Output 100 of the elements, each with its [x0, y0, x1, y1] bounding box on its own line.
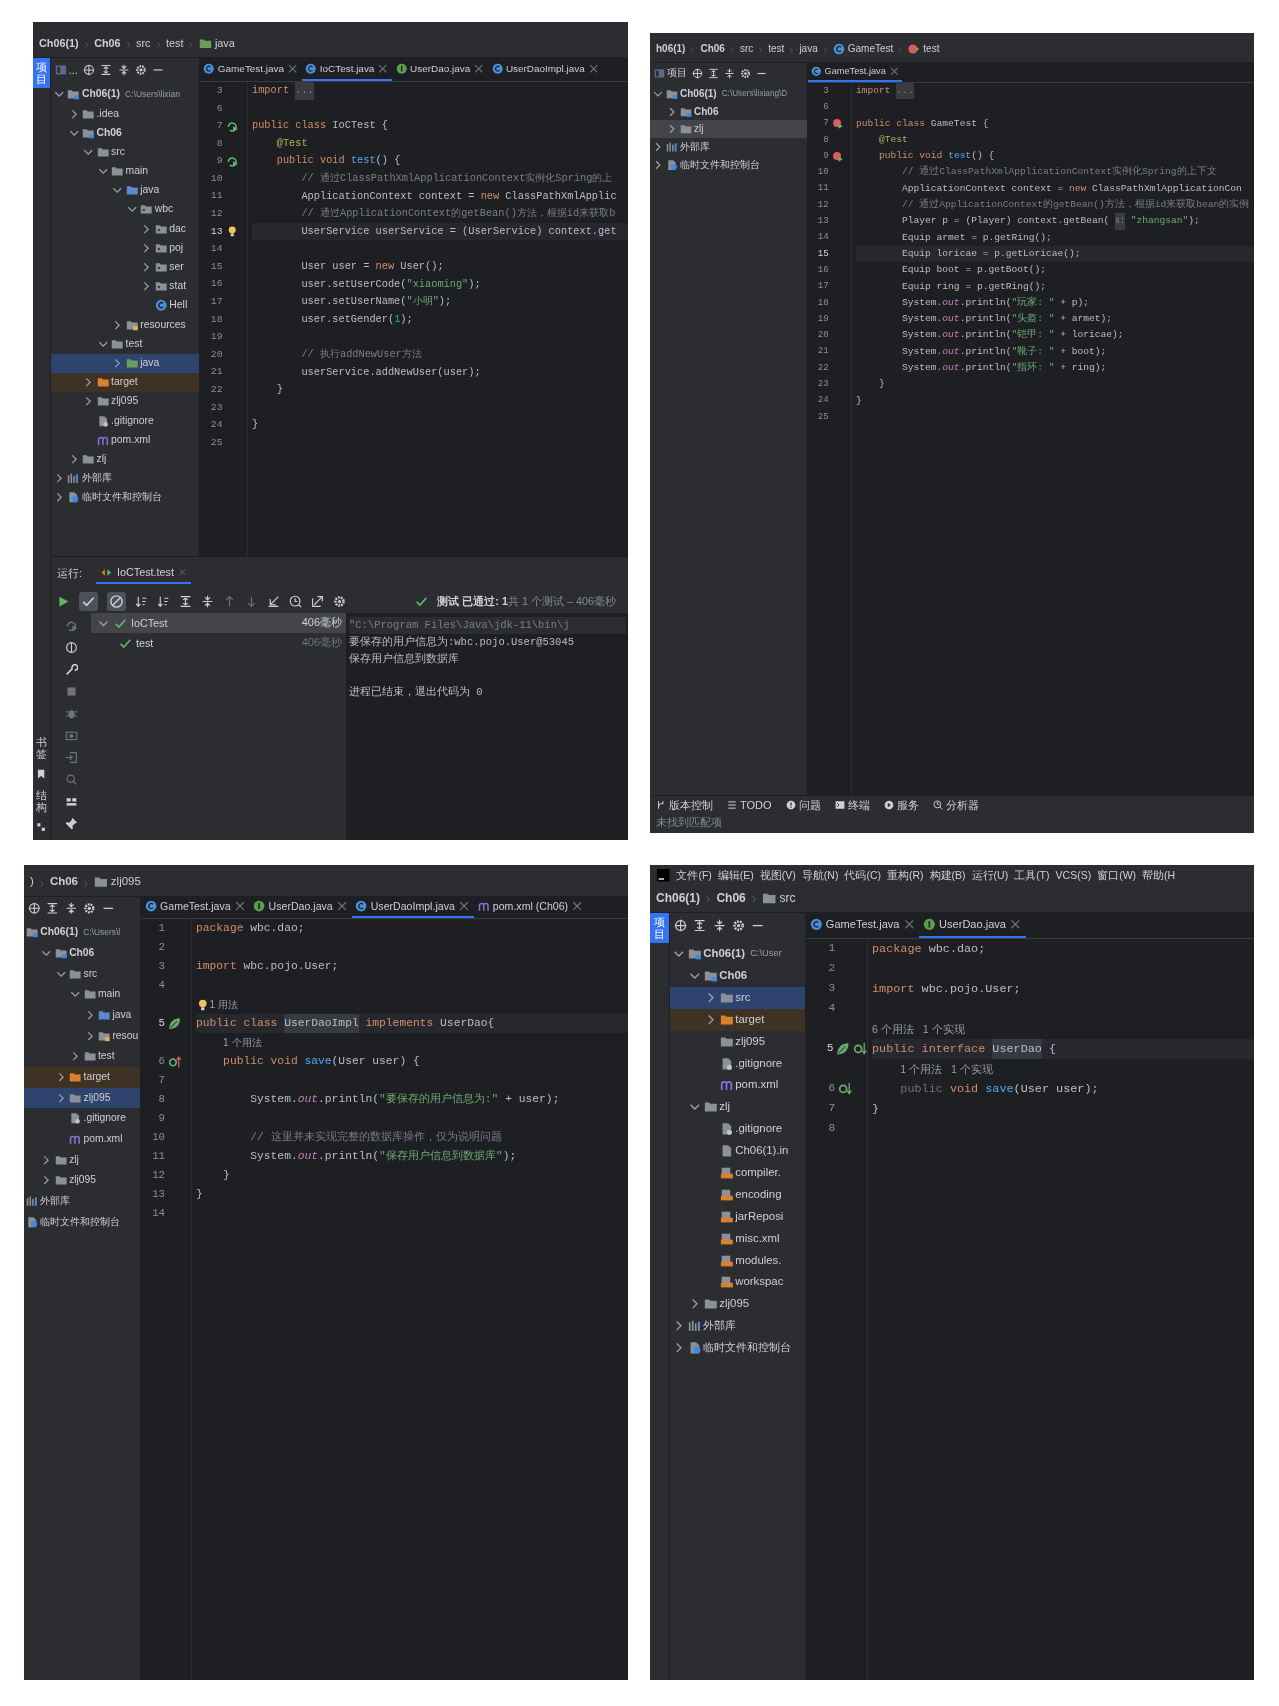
tree-item[interactable]: zlj095	[670, 1293, 805, 1316]
breadcrumb-item[interactable]: h06(1)	[656, 43, 686, 55]
tree-item[interactable]: Ch06(1) C:\Users\lixian	[51, 85, 199, 105]
tree-item[interactable]: Ch06	[670, 964, 805, 987]
tree-item[interactable]: Ch06(1).in	[670, 1140, 805, 1162]
breadcrumb-item[interactable]: java	[199, 37, 235, 50]
tree-item[interactable]: .gitignore	[24, 1108, 140, 1129]
tree-item[interactable]: zlj	[24, 1149, 140, 1171]
tree-item[interactable]: Hell	[51, 296, 199, 316]
breadcrumb-item[interactable]: zlj095	[94, 875, 141, 889]
editor-tab[interactable]: IoCTest.java	[301, 58, 393, 81]
tree-item[interactable]: target	[670, 1008, 805, 1031]
tree-item[interactable]: zlj095	[24, 1170, 140, 1191]
tool-window-button[interactable]: 问题	[785, 798, 821, 812]
menu-item[interactable]: 运行(U)	[971, 868, 1009, 882]
tool-window-button[interactable]: 版本控制	[656, 798, 713, 812]
menu-item[interactable]: VCS(S)	[1055, 868, 1092, 882]
tree-item[interactable]: zlj095	[670, 1030, 805, 1053]
tool-window-button[interactable]: 终端	[834, 798, 870, 812]
menu-item[interactable]: 编辑(E)	[717, 868, 754, 882]
tree-item[interactable]: .idea	[51, 104, 199, 124]
tree-item[interactable]: main	[24, 984, 140, 1005]
tree-item[interactable]: jarReposi	[670, 1205, 805, 1228]
tree-item[interactable]: encoding	[670, 1183, 805, 1206]
editor-tab[interactable]: UserDao.java	[249, 897, 352, 918]
tree-item[interactable]: poj	[51, 238, 199, 258]
tree-item[interactable]: compiler.	[670, 1161, 805, 1184]
tree-item[interactable]: test	[51, 334, 199, 354]
breadcrumb-item[interactable]: test	[166, 37, 184, 50]
tree-item[interactable]: wbc	[51, 200, 199, 220]
tool-window-button[interactable]: 分析器	[932, 798, 979, 812]
tree-item[interactable]: .gitignore	[51, 411, 199, 431]
tree-item[interactable]: zlj	[650, 120, 807, 139]
menu-item[interactable]: 视图(V)	[759, 868, 796, 882]
view-selector[interactable]: 项目	[653, 67, 687, 79]
menu-item[interactable]: 工具(T)	[1014, 868, 1050, 882]
tree-item[interactable]: workspac	[670, 1271, 805, 1294]
breadcrumb-item[interactable]: Ch06	[49, 875, 78, 889]
view-selector[interactable]: ...	[54, 63, 78, 77]
breadcrumb-item[interactable]: Ch06	[716, 890, 746, 905]
tree-item[interactable]: target	[24, 1066, 140, 1088]
breadcrumb-item[interactable]: src	[739, 43, 754, 55]
editor-tab[interactable]: pom.xml (Ch06)	[473, 897, 588, 918]
tree-item[interactable]: Ch06	[24, 942, 140, 964]
breadcrumb-item[interactable]: )	[30, 875, 34, 889]
breadcrumb-item[interactable]: src	[136, 37, 151, 50]
tool-window-button[interactable]: TODO	[727, 798, 772, 812]
tree-item[interactable]: misc.xml	[670, 1227, 805, 1250]
editor-tab[interactable]: UserDaoImpl.java	[351, 897, 474, 918]
breadcrumb-item[interactable]: GameTest	[832, 43, 894, 55]
tree-item[interactable]: dac	[51, 219, 199, 239]
tree-item[interactable]: zlj	[670, 1096, 805, 1119]
menu-item[interactable]: 重构(R)	[886, 868, 924, 882]
menu-item[interactable]: 导航(N)	[801, 868, 839, 882]
tree-item[interactable]: resou	[24, 1025, 140, 1047]
tree-item[interactable]: 临时文件和控制台	[51, 487, 199, 508]
tree-item[interactable]: 临时文件和控制台	[650, 155, 807, 174]
project-tab[interactable]: 项目	[33, 58, 50, 89]
menu-item[interactable]: 文件(F)	[676, 868, 712, 882]
tree-item[interactable]: Ch06	[51, 123, 199, 143]
breadcrumb-item[interactable]: test	[908, 43, 940, 55]
tree-item[interactable]: Ch06	[650, 102, 807, 121]
tree-item[interactable]: ser	[51, 257, 199, 277]
test-item[interactable]: IoCTest 406毫秒	[91, 613, 346, 633]
tree-item[interactable]: zlj095	[51, 392, 199, 412]
editor-tab[interactable]: GameTest.java	[808, 63, 903, 82]
breadcrumb-item[interactable]: Ch06(1)	[39, 37, 79, 50]
editor-tab[interactable]: UserDaoImpl.java	[488, 58, 603, 81]
tree-item[interactable]: 外部库	[670, 1315, 805, 1338]
tree-item[interactable]: .gitignore	[670, 1118, 805, 1140]
tree-item[interactable]: target	[51, 372, 199, 392]
menu-item[interactable]: 帮助(H	[1142, 868, 1176, 882]
tree-item[interactable]: 外部库	[51, 468, 199, 488]
tree-item[interactable]: 外部库	[650, 138, 807, 156]
breadcrumb-item[interactable]: test	[768, 43, 785, 55]
breadcrumb-item[interactable]: java	[799, 43, 818, 55]
tree-item[interactable]: pom.xml	[51, 430, 199, 450]
tree-item[interactable]: 外部库	[24, 1190, 140, 1212]
breadcrumb-item[interactable]: Ch06	[700, 43, 725, 55]
tree-item[interactable]: Ch06(1) C:\Users\l	[24, 922, 140, 943]
project-tab[interactable]: 项目	[650, 913, 669, 944]
tree-item[interactable]: main	[51, 161, 199, 181]
tree-item[interactable]: pom.xml	[24, 1128, 140, 1150]
breadcrumb-item[interactable]: Ch06(1)	[656, 890, 700, 905]
menu-item[interactable]: 代码(C)	[844, 868, 881, 882]
tree-item[interactable]: 临时文件和控制台	[24, 1211, 140, 1233]
tool-window-button[interactable]: 服务	[883, 798, 919, 812]
tree-item[interactable]: src	[24, 963, 140, 985]
editor-tab[interactable]: GameTest.java	[141, 897, 250, 918]
menu-item[interactable]: 构建(B)	[929, 868, 966, 882]
tree-item[interactable]: 临时文件和控制台	[670, 1337, 805, 1359]
tree-item[interactable]: pom.xml	[670, 1074, 805, 1097]
editor-tab[interactable]: UserDao.java	[392, 58, 489, 81]
breadcrumb-item[interactable]: Ch06	[94, 37, 121, 50]
tree-item[interactable]: src	[670, 986, 805, 1009]
tree-item[interactable]: Ch06(1) C:\User	[670, 943, 805, 965]
editor-tab[interactable]: UserDao.java	[919, 913, 1026, 938]
tree-item[interactable]: .gitignore	[670, 1052, 805, 1075]
tree-item[interactable]: stat	[51, 276, 199, 297]
tree-item[interactable]: java	[51, 180, 199, 201]
